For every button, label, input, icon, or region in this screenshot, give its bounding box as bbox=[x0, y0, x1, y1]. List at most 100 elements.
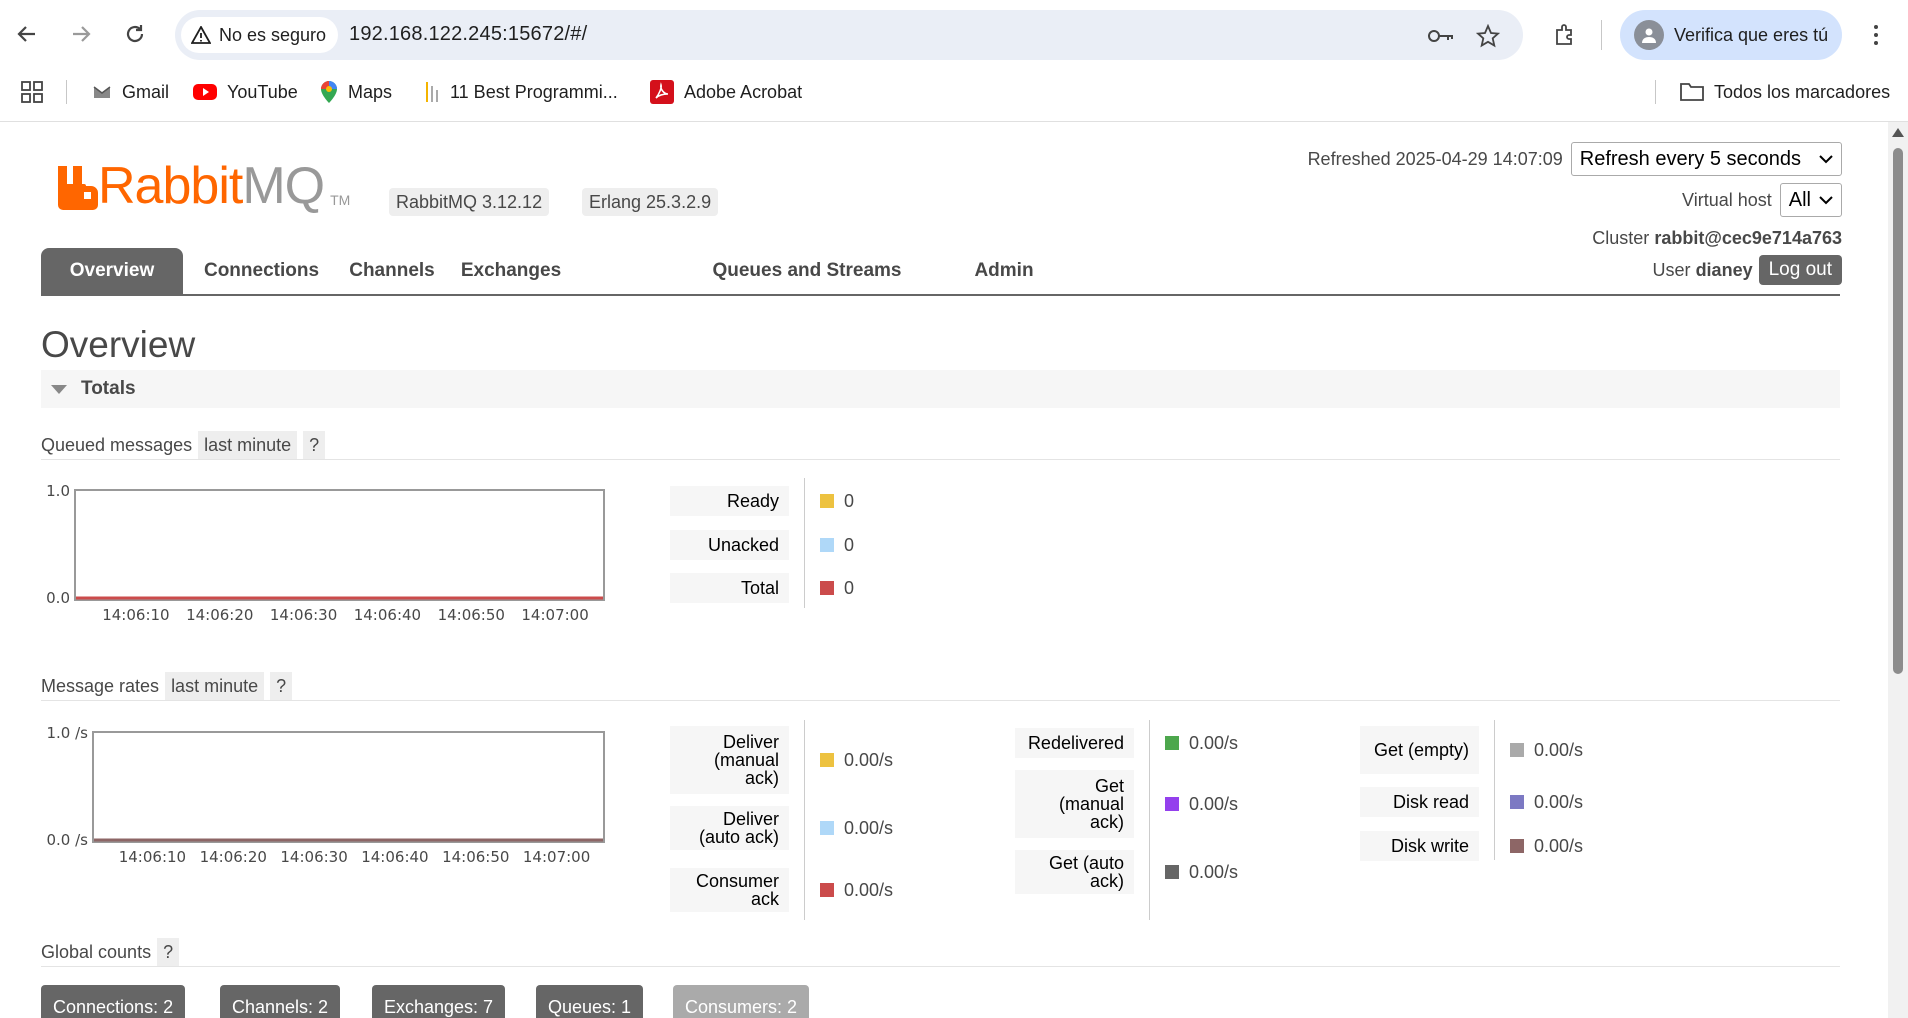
rates-range-button[interactable]: last minute bbox=[165, 672, 265, 700]
tab-connections[interactable]: Connections bbox=[199, 248, 324, 294]
logo-wordmark: RabbitMQ bbox=[98, 157, 325, 215]
scrollbar[interactable] bbox=[1888, 122, 1908, 1018]
count-box-channels[interactable]: Channels: 2 bbox=[220, 985, 341, 1018]
forward-button[interactable] bbox=[61, 14, 101, 54]
count-box-queues[interactable]: Queues: 1 bbox=[536, 985, 644, 1018]
virtual-host-select[interactable]: All bbox=[1779, 183, 1842, 217]
page-title: Overview bbox=[41, 324, 196, 365]
bookmark-star-button[interactable] bbox=[1474, 22, 1502, 50]
x-tick-label: 14:07:00 bbox=[521, 606, 588, 624]
totals-section-toggle[interactable]: Totals bbox=[41, 370, 1840, 408]
avatar bbox=[1634, 20, 1664, 50]
bookmark-11-best[interactable]: 11 Best Programmi... bbox=[424, 78, 618, 106]
rabbitmq-version: RabbitMQ 3.12.12 bbox=[389, 188, 550, 216]
count-box-exchanges[interactable]: Exchanges: 7 bbox=[372, 985, 506, 1018]
address-bar[interactable]: No es seguro 192.168.122.245:15672/#/ bbox=[175, 10, 1523, 60]
bookmark-label: YouTube bbox=[227, 81, 298, 102]
x-tick-label: 14:06:30 bbox=[280, 848, 347, 866]
tab-exchanges[interactable]: Exchanges bbox=[454, 248, 568, 294]
color-swatch bbox=[1165, 865, 1179, 879]
color-swatch bbox=[820, 753, 834, 767]
color-swatch bbox=[1510, 839, 1524, 853]
legend-value: 0.00/s bbox=[820, 868, 893, 912]
security-label: No es seguro bbox=[219, 24, 327, 45]
bookmark-youtube[interactable]: YouTube bbox=[193, 78, 298, 106]
password-key-button[interactable] bbox=[1427, 22, 1455, 50]
refresh-select[interactable]: Refresh every 5 seconds bbox=[1570, 142, 1842, 176]
bookmark-maps[interactable]: Maps bbox=[320, 78, 392, 106]
url-text[interactable]: 192.168.122.245:15672/#/ bbox=[349, 23, 587, 46]
message-rates-title: Message rates bbox=[41, 675, 160, 696]
chevron-down-icon bbox=[1819, 196, 1833, 205]
color-swatch bbox=[1510, 743, 1524, 757]
bookmark-label: Gmail bbox=[122, 81, 170, 102]
legend-divider bbox=[804, 478, 805, 608]
all-bookmarks-button[interactable]: Todos los marcadores bbox=[1680, 78, 1890, 106]
value-text: 0.00/s bbox=[1189, 732, 1239, 753]
global-counts-help-button[interactable]: ? bbox=[157, 938, 180, 966]
folder-icon bbox=[1680, 83, 1704, 101]
apps-button[interactable] bbox=[20, 78, 44, 106]
value-text: 0.00/s bbox=[1534, 835, 1584, 856]
tab-admin[interactable]: Admin bbox=[963, 248, 1045, 294]
extensions-button[interactable] bbox=[1548, 18, 1582, 52]
queued-x-axis: 14:06:10 14:06:20 14:06:30 14:06:40 14:06:50… bbox=[102, 606, 589, 624]
legend-divider bbox=[804, 720, 805, 920]
bookmark-separator bbox=[1655, 80, 1656, 104]
legend-divider bbox=[1149, 720, 1150, 920]
legend-label: Disk read bbox=[1360, 787, 1479, 817]
legend-value: 0.00/s bbox=[1165, 770, 1238, 838]
queued-messages-chart: 1.0 0.0 14:06:10 14:06:20 14:06:30 14:06:40… bbox=[46, 482, 605, 624]
bookmarks-bar: Gmail YouTube Maps 11 Best Programmi... … bbox=[0, 72, 1908, 112]
color-swatch bbox=[1165, 797, 1179, 811]
scroll-up-arrow[interactable] bbox=[1892, 128, 1904, 137]
divider bbox=[41, 459, 1840, 460]
legend-label: Redelivered bbox=[1015, 728, 1134, 758]
security-chip[interactable]: No es seguro bbox=[181, 17, 339, 53]
back-button[interactable] bbox=[7, 14, 47, 54]
count-box-consumers[interactable]: Consumers: 2 bbox=[673, 985, 810, 1018]
value-text: 0 bbox=[844, 534, 855, 555]
rabbitmq-logo[interactable]: RabbitMQ TM bbox=[58, 157, 351, 215]
star-icon bbox=[1476, 24, 1500, 48]
tab-overview[interactable]: Overview bbox=[41, 248, 183, 294]
cluster-label: Cluster bbox=[1592, 227, 1650, 248]
legend-value: 0 bbox=[820, 530, 854, 560]
legend-value: 0.00/s bbox=[1510, 831, 1583, 861]
plot-area bbox=[92, 731, 605, 843]
queued-messages-title: Queued messages bbox=[41, 434, 193, 455]
x-tick-label: 14:06:50 bbox=[442, 848, 509, 866]
all-bookmarks-label: Todos los marcadores bbox=[1714, 81, 1891, 102]
gmail-icon bbox=[93, 86, 111, 98]
legend-value: 0.00/s bbox=[820, 806, 893, 850]
x-tick-label: 14:06:10 bbox=[119, 848, 186, 866]
browser-menu-button[interactable] bbox=[1866, 18, 1886, 52]
x-tick-label: 14:06:30 bbox=[270, 606, 337, 624]
reload-button[interactable] bbox=[115, 14, 155, 54]
bookmark-gmail[interactable]: Gmail bbox=[92, 78, 169, 106]
global-counts-title: Global counts bbox=[41, 941, 152, 962]
color-swatch bbox=[1510, 795, 1524, 809]
color-swatch bbox=[820, 883, 834, 897]
virtual-host-row: Virtual host All bbox=[1682, 183, 1842, 217]
rates-help-button[interactable]: ? bbox=[270, 672, 293, 700]
maps-pin-icon bbox=[321, 81, 337, 103]
color-swatch bbox=[820, 581, 834, 595]
tab-queues[interactable]: Queues and Streams bbox=[702, 248, 912, 294]
x-tick-label: 14:06:10 bbox=[102, 606, 169, 624]
x-tick-label: 14:07:00 bbox=[523, 848, 590, 866]
acrobat-icon bbox=[650, 80, 674, 104]
queued-range-button[interactable]: last minute bbox=[198, 431, 298, 459]
x-tick-label: 14:06:40 bbox=[361, 848, 428, 866]
profile-label: Verifica que eres tú bbox=[1674, 24, 1829, 45]
key-icon bbox=[1428, 30, 1453, 42]
legend-label: Disk write bbox=[1360, 831, 1479, 861]
profile-button[interactable]: Verifica que eres tú bbox=[1620, 10, 1842, 60]
rabbitmq-logo-icon bbox=[58, 166, 98, 210]
count-box-connections[interactable]: Connections: 2 bbox=[41, 985, 186, 1018]
bookmark-adobe[interactable]: Adobe Acrobat bbox=[650, 78, 802, 106]
scroll-thumb[interactable] bbox=[1893, 148, 1903, 674]
queued-help-button[interactable]: ? bbox=[303, 431, 326, 459]
tab-channels[interactable]: Channels bbox=[343, 248, 441, 294]
logo-trademark: TM bbox=[330, 192, 351, 208]
